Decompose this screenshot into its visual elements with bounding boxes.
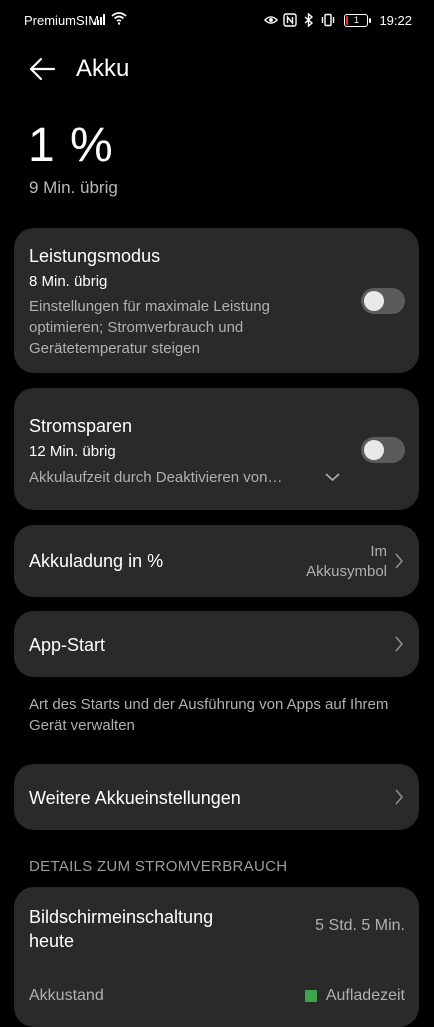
battery-percentage-value-line1: Im: [370, 543, 387, 560]
power-saving-title: Stromsparen: [29, 416, 133, 436]
legend-swatch: [304, 990, 317, 1002]
battery-remaining: 9 Min. übrig: [29, 178, 118, 197]
app-start-row[interactable]: App-Start: [14, 611, 419, 677]
battery-percent: 1 %: [28, 119, 114, 172]
power-saving-description: Akkulaufzeit durch Deaktivieren von…: [29, 469, 283, 486]
more-battery-settings-title: Weitere Akkueinstellungen: [29, 788, 241, 808]
battery-state-label: Akkustand: [29, 987, 104, 1004]
nfc-icon: [283, 13, 298, 27]
more-battery-settings-row[interactable]: Weitere Akkueinstellungen: [14, 764, 419, 830]
signal-icon: [94, 13, 108, 25]
chevron-right-icon: [395, 636, 404, 652]
power-saving-remaining: 12 Min. übrig: [29, 443, 116, 460]
screen-on-label: Bildschirmeinschaltung heute: [29, 907, 214, 951]
status-icons: 1 19:22: [264, 12, 412, 28]
status-bar: PremiumSIM 1 19:22: [0, 0, 434, 42]
power-saving-toggle[interactable]: [361, 437, 405, 463]
vibrate-icon: [322, 13, 335, 27]
screen-on-value: 5 Std. 5 Min.: [315, 917, 405, 934]
eye-icon: [264, 16, 279, 24]
battery-percentage-row[interactable]: Akkuladung in % Im Akkusymbol: [14, 525, 419, 597]
performance-mode-title: Leistungsmodus: [29, 246, 161, 266]
power-saving-card[interactable]: Stromsparen 12 Min. übrig Akkulaufzeit d…: [14, 388, 419, 510]
chevron-down-icon[interactable]: [325, 472, 340, 482]
chart-legend: Aufladezeit: [304, 987, 405, 1005]
section-heading: DETAILS ZUM STROMVERBRAUCH: [29, 858, 288, 875]
carrier-label: PremiumSIM: [24, 13, 100, 28]
battery-percentage-value-line2: Akkusymbol: [306, 563, 387, 580]
performance-mode-card[interactable]: Leistungsmodus 8 Min. übrig Einstellunge…: [14, 228, 419, 373]
chevron-right-icon: [395, 553, 404, 569]
usage-details-card: Bildschirmeinschaltung heute 5 Std. 5 Mi…: [14, 887, 419, 1027]
battery-percentage-value: Im Akkusymbol: [306, 542, 387, 582]
arrow-left-icon[interactable]: [28, 56, 56, 82]
battery-percentage-title: Akkuladung in %: [29, 551, 164, 571]
battery-icon: 1: [344, 13, 372, 27]
legend-label: Aufladezeit: [325, 987, 405, 1004]
performance-mode-remaining: 8 Min. übrig: [29, 273, 108, 290]
app-start-description: Art des Starts und der Ausführung von Ap…: [29, 696, 389, 734]
performance-mode-description: Einstellungen für maximale Leistung opti…: [29, 298, 270, 357]
clock: 19:22: [379, 12, 412, 28]
performance-mode-toggle[interactable]: [361, 288, 405, 314]
wifi-icon: [111, 12, 127, 25]
chevron-right-icon: [395, 789, 404, 805]
app-start-title: App-Start: [29, 635, 106, 655]
bluetooth-icon: [304, 13, 314, 27]
battery-level-text: 1: [353, 14, 359, 25]
page-title: Akku: [76, 55, 130, 82]
